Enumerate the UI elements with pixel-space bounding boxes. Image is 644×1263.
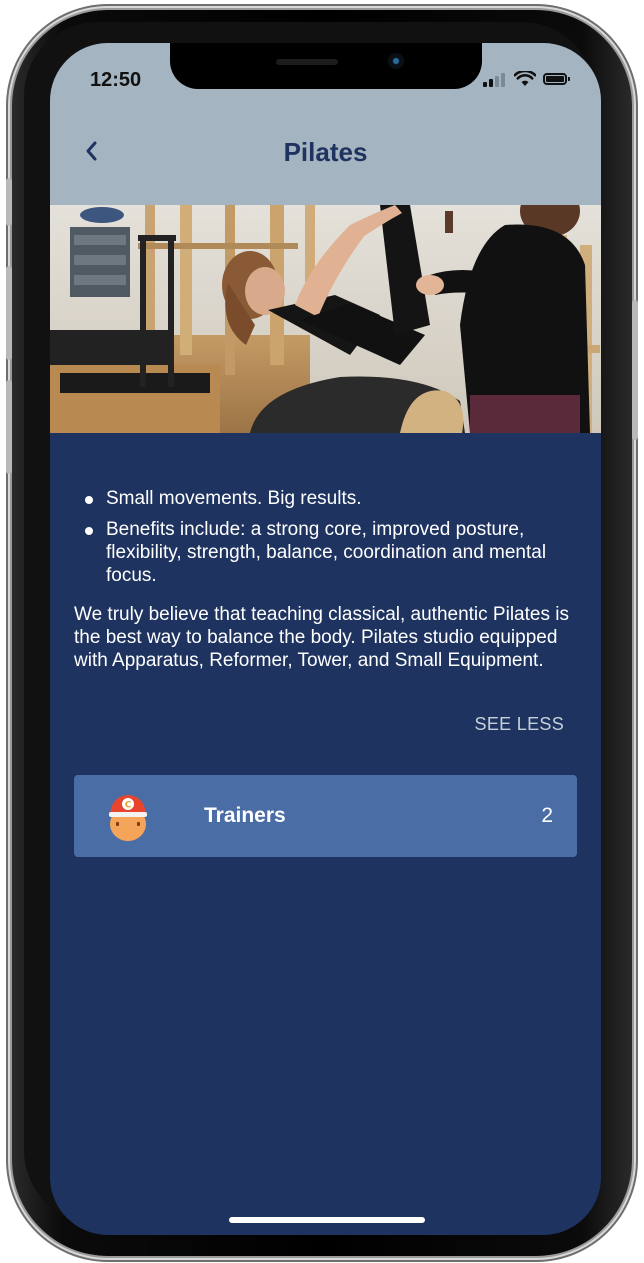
trainer-avatar-icon: C — [109, 795, 147, 841]
battery-icon — [543, 73, 570, 85]
hero-image — [50, 205, 601, 433]
bullet-text: Small movements. Big results. — [106, 488, 362, 509]
svg-text:C: C — [125, 801, 132, 811]
trainers-row[interactable]: C Trainers 2 — [74, 775, 577, 857]
status-icons — [483, 71, 575, 87]
bullet-dot — [85, 496, 93, 504]
volume-down-button — [6, 380, 12, 474]
bullet-text: Benefits include: a strong core, improve… — [106, 519, 547, 586]
bullet-list: Small movements. Big results. Benefits i… — [85, 487, 576, 595]
page-title: Pilates — [283, 137, 368, 167]
notch — [170, 43, 482, 89]
list-item: Small movements. Big results. — [85, 487, 576, 510]
status-time: 12:50 — [90, 69, 142, 91]
description-paragraph: We truly believe that teaching classical… — [74, 604, 569, 671]
front-camera — [388, 53, 404, 69]
speaker-grille — [276, 59, 338, 65]
power-button — [632, 300, 638, 440]
bullet-dot — [85, 527, 93, 535]
pilates-studio-photo — [50, 205, 601, 433]
volume-up-button — [6, 266, 12, 360]
app-screen: 12:50 Pilates Small movements. Big resul… — [50, 43, 601, 1235]
trainers-count: 2 — [541, 804, 553, 827]
mute-switch — [6, 178, 12, 226]
list-item: Benefits include: a strong core, improve… — [85, 518, 576, 587]
see-less-button[interactable]: SEE LESS — [475, 713, 564, 736]
header-bar: 12:50 Pilates — [50, 43, 601, 205]
signal-icon — [483, 71, 507, 87]
home-indicator[interactable] — [229, 1217, 425, 1223]
trainers-label: Trainers — [204, 804, 286, 827]
wifi-icon — [514, 71, 536, 86]
